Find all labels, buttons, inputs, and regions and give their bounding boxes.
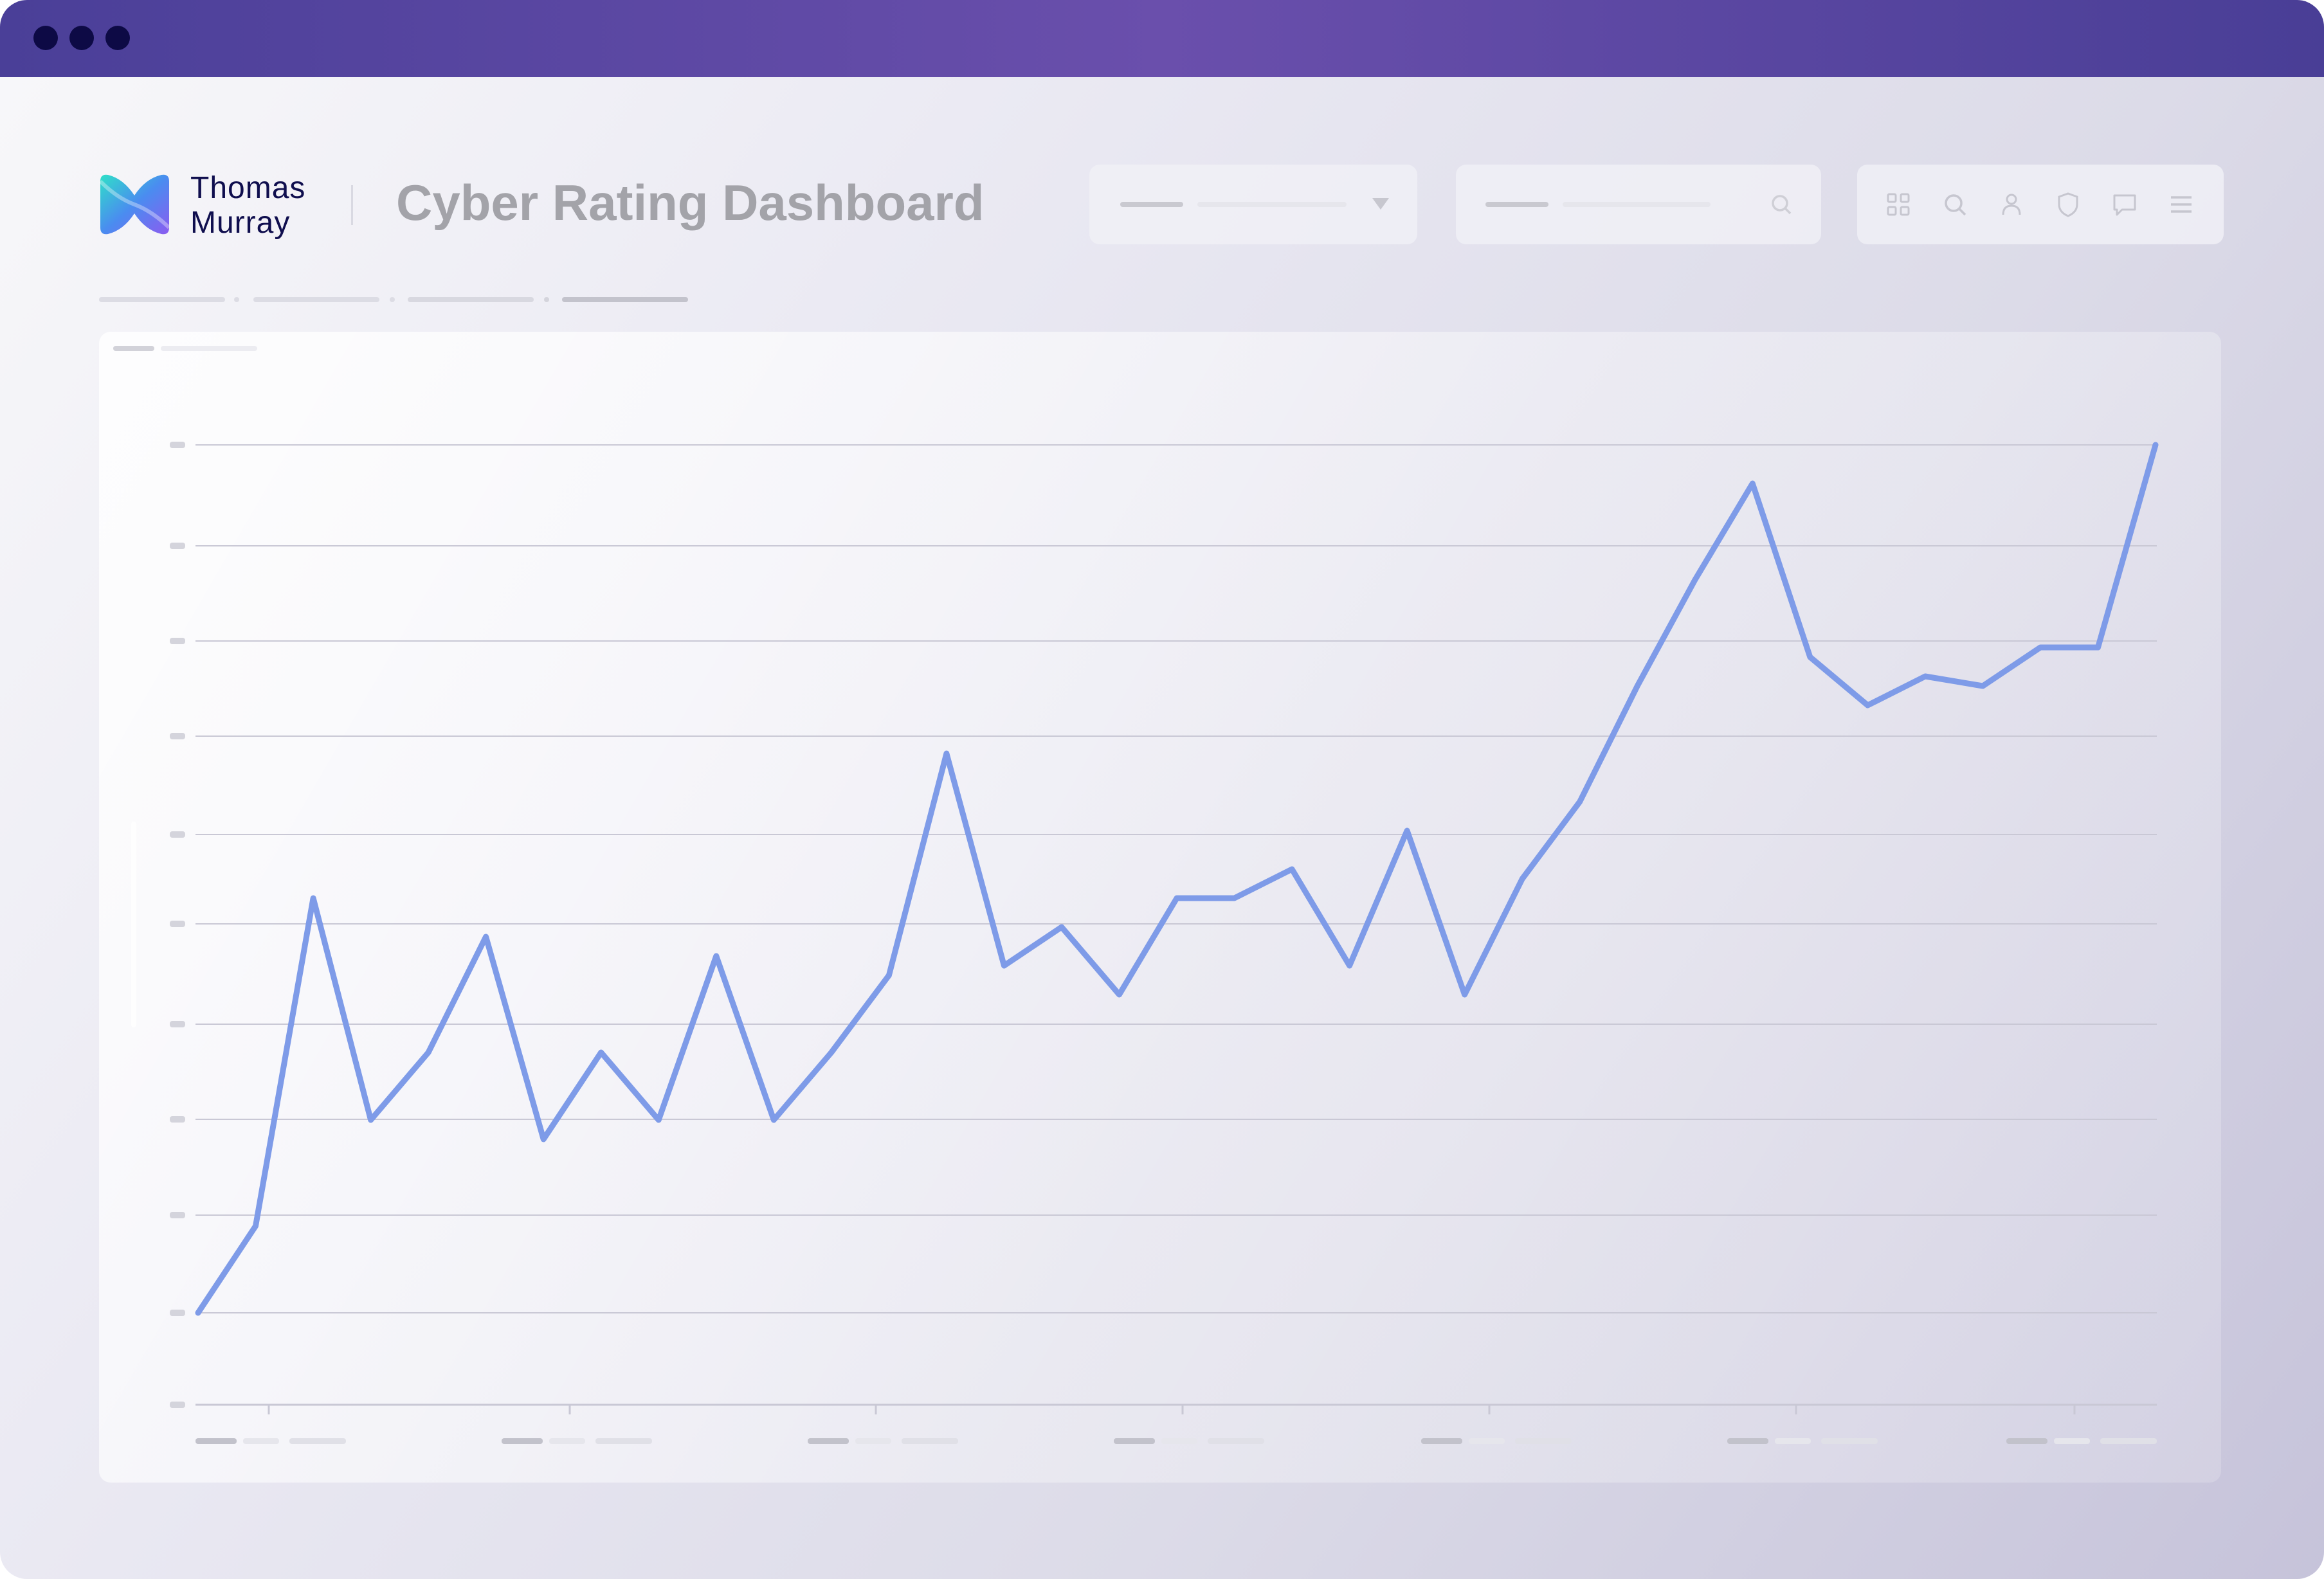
y-tick-label [170,1116,185,1123]
x-tick-label [1727,1438,1768,1444]
x-tick-label [1208,1438,1264,1444]
x-tick-label [595,1438,652,1444]
data-point [483,934,489,939]
data-point [1922,674,1928,679]
data-point [2037,645,2043,650]
data-point [828,1050,834,1055]
data-point [1347,963,1352,968]
data-point [1865,703,1871,708]
data-point [656,1117,662,1123]
data-point [1750,481,1756,486]
x-tick-label [502,1438,543,1444]
data-point [253,1223,259,1229]
line-chart [170,442,2159,1444]
data-point [541,1137,547,1142]
data-point [311,896,316,901]
y-tick-label [170,1402,185,1408]
data-point [1462,992,1467,997]
series-line [195,442,2159,1316]
x-tick-label [855,1438,891,1444]
data-point [426,1050,431,1055]
data-point [368,1117,374,1123]
y-tick-label [170,543,185,549]
data-point [1289,867,1295,872]
data-point [1116,992,1122,997]
y-tick-label [170,921,185,927]
y-tick-label [170,442,185,448]
x-tick-label [2100,1438,2157,1444]
data-point [1174,896,1179,901]
y-tick-label [170,733,185,739]
y-tick-label [170,1021,185,1027]
data-point [1980,683,1986,689]
x-tick-label [2054,1438,2090,1444]
data-point [2095,645,2101,650]
data-point [1001,963,1007,968]
data-point [1577,799,1583,804]
x-tick-label [1469,1438,1505,1444]
y-tick-label [170,638,185,644]
y-tick-label [170,1310,185,1316]
x-tick-label [549,1438,585,1444]
x-tick-label [243,1438,279,1444]
x-tick-label [808,1438,849,1444]
data-point [886,973,892,978]
data-point [713,953,719,959]
x-tick-label [1821,1438,1878,1444]
y-tick-label [170,831,185,838]
data-point [1807,654,1813,660]
data-point [598,1050,604,1055]
y-tick-label [170,1212,185,1218]
data-point [1058,925,1064,930]
data-point [1520,876,1525,881]
x-tick-label [195,1438,237,1444]
x-tick-label [1161,1438,1197,1444]
data-point [2153,442,2158,447]
data-point [1404,828,1410,833]
x-tick-label [1775,1438,1811,1444]
data-point [195,1310,201,1315]
x-tick-label [289,1438,346,1444]
data-point [771,1117,777,1123]
x-tick-label [1114,1438,1155,1444]
data-point [1231,896,1237,901]
x-tick-label [1515,1438,1572,1444]
data-point [1692,577,1698,582]
x-tick-label [2006,1438,2047,1444]
data-point [1635,683,1640,689]
x-tick-label [902,1438,958,1444]
app-window: Thomas Murray Cyber Rating Dashboard [0,0,2324,1579]
x-tick-label [1421,1438,1462,1444]
data-point [943,751,949,756]
